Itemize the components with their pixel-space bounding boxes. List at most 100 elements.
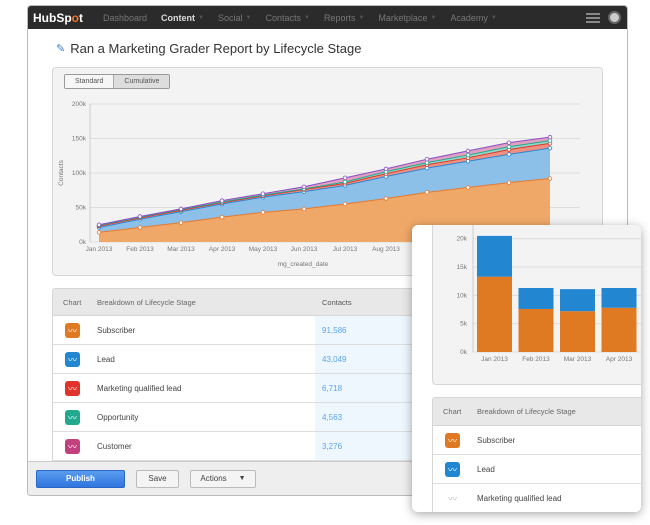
- x-tick-label: May 2013: [249, 246, 278, 253]
- data-point: [96, 230, 102, 235]
- header-breakdown[interactable]: Breakdown of Lifecycle Stage: [97, 298, 315, 307]
- x-tick-label: Apr 2013: [606, 356, 633, 363]
- top-nav: HubSpot Dashboard Content ▼ Social ▼ Contacts…: [28, 6, 627, 29]
- y-tick-label: 15k: [457, 264, 468, 271]
- breakdown-table: Chart Breakdown of Lifecycle Stage Conta…: [52, 288, 452, 468]
- chart-toggle-icon[interactable]: 〰: [65, 351, 80, 367]
- stage-label: Subscriber: [477, 435, 516, 445]
- nav-label: Reports: [323, 12, 356, 23]
- header-chart: Chart: [63, 297, 82, 307]
- publish-button[interactable]: Publish: [36, 469, 125, 488]
- data-point: [342, 179, 348, 185]
- nav-marketplace[interactable]: Marketplace ▼: [378, 13, 436, 23]
- data-point: [219, 198, 225, 203]
- bar-chart: 0k 5k 10k 15k 20k Jan 2013 Feb 2013 Mar 2013 Apr…: [457, 225, 641, 363]
- nav-label: Content: [161, 12, 196, 23]
- chart-toggle-icon[interactable]: 〰: [65, 322, 80, 338]
- table-row: 〰 Lead 43,049: [53, 345, 451, 374]
- hubspot-logo[interactable]: HubSpot: [33, 11, 103, 25]
- y-tick-label: 5k: [460, 321, 468, 328]
- nav-label: Dashboard: [103, 12, 148, 23]
- data-point: [506, 144, 512, 149]
- bar-lead: [518, 287, 554, 309]
- data-point: [137, 214, 143, 219]
- y-tick-label: 200k: [72, 101, 87, 108]
- data-point: [342, 175, 348, 181]
- nav-reports[interactable]: Reports ▼: [324, 13, 364, 23]
- x-tick-label: Jul 2013: [333, 246, 358, 253]
- data-point: [260, 191, 266, 196]
- data-point: [547, 134, 553, 140]
- data-point: [424, 156, 430, 162]
- save-button[interactable]: Save: [136, 469, 179, 488]
- chart-toggle-icon[interactable]: 〰: [65, 438, 80, 454]
- bar-lead: [477, 235, 512, 277]
- nav-label: Academy: [450, 12, 488, 23]
- bar-lead: [560, 289, 595, 312]
- actions-label: Actions: [200, 474, 227, 483]
- x-axis-label: mg_created_date: [278, 261, 329, 268]
- nav-dashboard[interactable]: Dashboard: [103, 13, 147, 23]
- nav-academy[interactable]: Academy ▼: [450, 13, 496, 23]
- stage-label: Subscriber: [97, 325, 136, 335]
- table-row: 〰 Marketing qualified lead 6,718: [53, 374, 451, 403]
- table-row: 〰 Subscriber 91,586: [53, 316, 451, 345]
- y-tick-label: 150k: [72, 136, 87, 143]
- x-tick-label: Aug 2013: [372, 246, 400, 253]
- nav-contacts[interactable]: Contacts ▼: [265, 13, 309, 23]
- table-row: 〰 Lead: [433, 455, 641, 484]
- y-tick-label: 0k: [79, 239, 87, 246]
- caret-down-icon: ▼: [358, 14, 365, 21]
- y-axis-label: Contacts: [58, 159, 65, 185]
- data-point: [260, 210, 266, 215]
- table-row: 〰 Marketing qualified lead: [433, 484, 641, 512]
- user-avatar-icon[interactable]: [608, 11, 621, 24]
- data-point: [506, 140, 512, 145]
- data-point: [506, 180, 512, 185]
- data-point: [342, 201, 348, 207]
- chart-toggle-icon[interactable]: 〰: [445, 491, 460, 506]
- stage-label: Marketing qualified lead: [97, 383, 182, 393]
- table-header: Chart Breakdown of Lifecycle Stage Conta…: [53, 289, 451, 316]
- x-tick-label: Feb 2013: [126, 246, 154, 253]
- chart-toggle-icon[interactable]: 〰: [445, 432, 460, 448]
- chart-toggle-icon[interactable]: 〰: [65, 380, 80, 396]
- caret-down-icon: ▼: [490, 14, 497, 21]
- stage-label: Lead: [477, 464, 495, 474]
- caret-down-icon: ▼: [238, 475, 246, 482]
- nav-label: Social: [217, 12, 243, 23]
- caret-down-icon: ▼: [198, 14, 204, 21]
- chart-toggle-icon[interactable]: 〰: [445, 461, 460, 477]
- stage-label: Lead: [97, 354, 115, 364]
- table-row: 〰 Customer 3,276: [53, 432, 451, 461]
- data-point: [547, 145, 553, 151]
- data-point: [424, 190, 430, 195]
- hamburger-icon[interactable]: [586, 12, 600, 23]
- y-tick-label: 100k: [72, 170, 87, 177]
- page-title: ✎ Ran a Marketing Grader Report by Lifec…: [56, 41, 361, 56]
- actions-dropdown[interactable]: Actions ▼: [190, 469, 256, 488]
- stage-label: Opportunity: [97, 412, 139, 422]
- x-tick-label: Jun 2013: [291, 246, 318, 253]
- table-row: 〰 Subscriber: [433, 426, 641, 455]
- nav-label: Contacts: [265, 12, 301, 23]
- table-row: 〰 Opportunity 4,563: [53, 403, 451, 432]
- y-tick-label: 10k: [457, 292, 468, 299]
- nav-social[interactable]: Social ▼: [218, 13, 251, 23]
- nav-content[interactable]: Content ▼: [161, 13, 204, 23]
- bar-subscriber: [477, 276, 512, 352]
- header-breakdown[interactable]: Breakdown of Lifecycle Stage: [477, 407, 641, 416]
- x-tick-label: Feb 2013: [522, 356, 550, 363]
- data-point: [301, 184, 307, 189]
- x-tick-label: Mar 2013: [564, 356, 592, 363]
- data-point: [219, 214, 225, 220]
- overlay-breakdown-table: Chart Breakdown of Lifecycle Stage 〰 Subs…: [432, 397, 641, 512]
- bar-subscriber: [560, 311, 595, 352]
- data-point: [137, 225, 143, 230]
- bar-chart-panel: 0k 5k 10k 15k 20k Jan 2013 Feb 2013 Mar 2013 Apr…: [432, 225, 641, 385]
- data-point: [465, 185, 471, 190]
- chart-toggle-icon[interactable]: 〰: [65, 409, 80, 425]
- data-point: [178, 206, 184, 212]
- bar-lead: [601, 287, 637, 308]
- pencil-icon[interactable]: ✎: [56, 42, 65, 55]
